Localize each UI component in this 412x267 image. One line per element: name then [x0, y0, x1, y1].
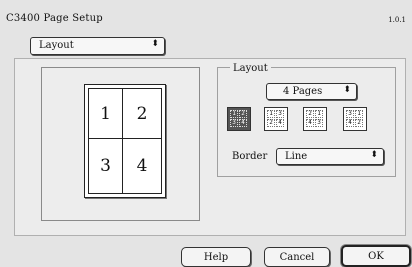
preview-page-2: 2 — [136, 103, 148, 124]
layout-order-2-icon[interactable]: 1 3 2 4 — [264, 107, 288, 131]
layout-order-4-icon[interactable]: 3 1 4 2 — [343, 107, 367, 131]
order-cell: 3 — [276, 110, 284, 118]
layout-order-3-icon[interactable]: 2 1 4 3 — [303, 107, 327, 131]
order-cell: 2 — [239, 110, 247, 118]
section-popup-value: Layout — [39, 40, 74, 51]
order-cell: 2 — [306, 110, 314, 118]
page-preview: 1 2 3 4 — [84, 84, 166, 198]
order-cell: 4 — [306, 119, 314, 127]
layout-group-label: Layout — [230, 63, 271, 74]
order-cell: 3 — [230, 119, 238, 127]
order-cell: 1 — [230, 110, 238, 118]
preview-page-4: 4 — [136, 156, 148, 176]
layout-order-1-icon[interactable]: 1 2 3 4 — [227, 107, 251, 131]
border-popup[interactable]: Line ⬍ — [276, 148, 384, 165]
order-cell: 4 — [346, 119, 354, 127]
pages-per-sheet-popup[interactable]: 4 Pages ⬍ — [266, 83, 357, 100]
window-title: C3400 Page Setup — [6, 13, 103, 24]
page-setup-window: C3400 Page Setup 1.0.1 Layout ⬍ 1 2 3 4 … — [0, 0, 412, 267]
order-cell: 1 — [267, 110, 275, 118]
preview-page-1: 1 — [100, 103, 111, 124]
popup-arrows-icon: ⬍ — [343, 85, 351, 95]
section-popup[interactable]: Layout ⬍ — [30, 37, 165, 55]
order-cell: 3 — [346, 110, 354, 118]
cancel-button[interactable]: Cancel — [264, 247, 330, 267]
border-label: Border — [232, 151, 268, 162]
order-cell: 2 — [267, 119, 275, 127]
order-cell: 3 — [315, 119, 323, 127]
order-cell: 4 — [239, 119, 247, 127]
popup-arrows-icon: ⬍ — [151, 39, 159, 49]
order-cell: 1 — [355, 110, 363, 118]
title-bar: C3400 Page Setup 1.0.1 — [6, 13, 406, 27]
help-button[interactable]: Help — [181, 247, 251, 267]
order-cell: 4 — [276, 119, 284, 127]
version-label: 1.0.1 — [388, 16, 406, 24]
popup-arrows-icon: ⬍ — [370, 150, 378, 160]
order-cell: 1 — [315, 110, 323, 118]
border-popup-value: Line — [285, 151, 308, 162]
order-cell: 2 — [355, 119, 363, 127]
preview-page-3: 3 — [100, 156, 111, 176]
pages-per-sheet-value: 4 Pages — [283, 86, 323, 97]
